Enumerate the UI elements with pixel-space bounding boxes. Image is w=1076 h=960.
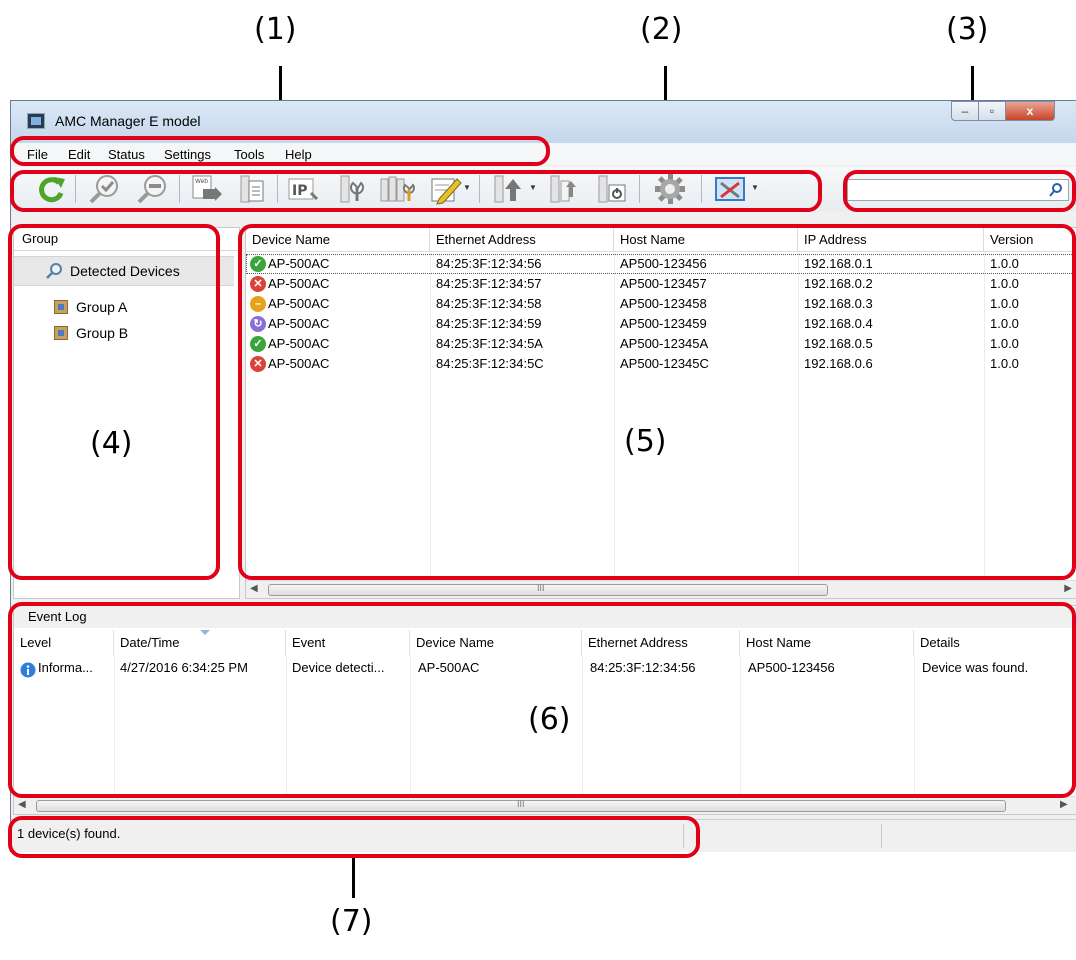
annotation-box-device-list xyxy=(238,224,1076,580)
device-list-scrollbar[interactable]: ◀ III ▶ xyxy=(246,580,1076,598)
window-title: AMC Manager E model xyxy=(55,113,201,129)
scroll-right-arrow[interactable]: ▶ xyxy=(1060,799,1068,810)
annotation-box-status xyxy=(8,816,700,858)
event-log-scrollbar[interactable]: ◀ III ▶ xyxy=(14,796,1076,814)
annotation-box-group xyxy=(8,224,220,580)
close-button[interactable]: x xyxy=(1005,101,1055,121)
callout-3: (3) xyxy=(946,12,989,47)
callout-2: (2) xyxy=(640,12,683,47)
minimize-button[interactable]: – xyxy=(951,101,979,121)
scroll-thumb[interactable]: III xyxy=(268,583,828,596)
annotation-box-search xyxy=(843,170,1076,212)
maximize-button[interactable]: ▫ xyxy=(978,101,1006,121)
scroll-right-arrow[interactable]: ▶ xyxy=(1064,583,1072,594)
scroll-left-arrow[interactable]: ◀ xyxy=(250,583,258,594)
app-icon xyxy=(27,113,45,129)
status-bar-separator xyxy=(881,824,882,848)
scroll-thumb-grip: III xyxy=(537,583,545,593)
callout-7: (7) xyxy=(330,904,373,939)
scroll-thumb-grip: III xyxy=(517,799,525,809)
leader-line-7 xyxy=(352,858,355,898)
annotation-box-toolbar xyxy=(10,170,822,212)
scroll-left-arrow[interactable]: ◀ xyxy=(18,799,26,810)
scroll-thumb[interactable]: III xyxy=(36,799,1006,812)
annotation-box-event-log xyxy=(8,602,1076,798)
callout-1: (1) xyxy=(254,12,297,47)
annotation-box-menu xyxy=(10,136,550,166)
